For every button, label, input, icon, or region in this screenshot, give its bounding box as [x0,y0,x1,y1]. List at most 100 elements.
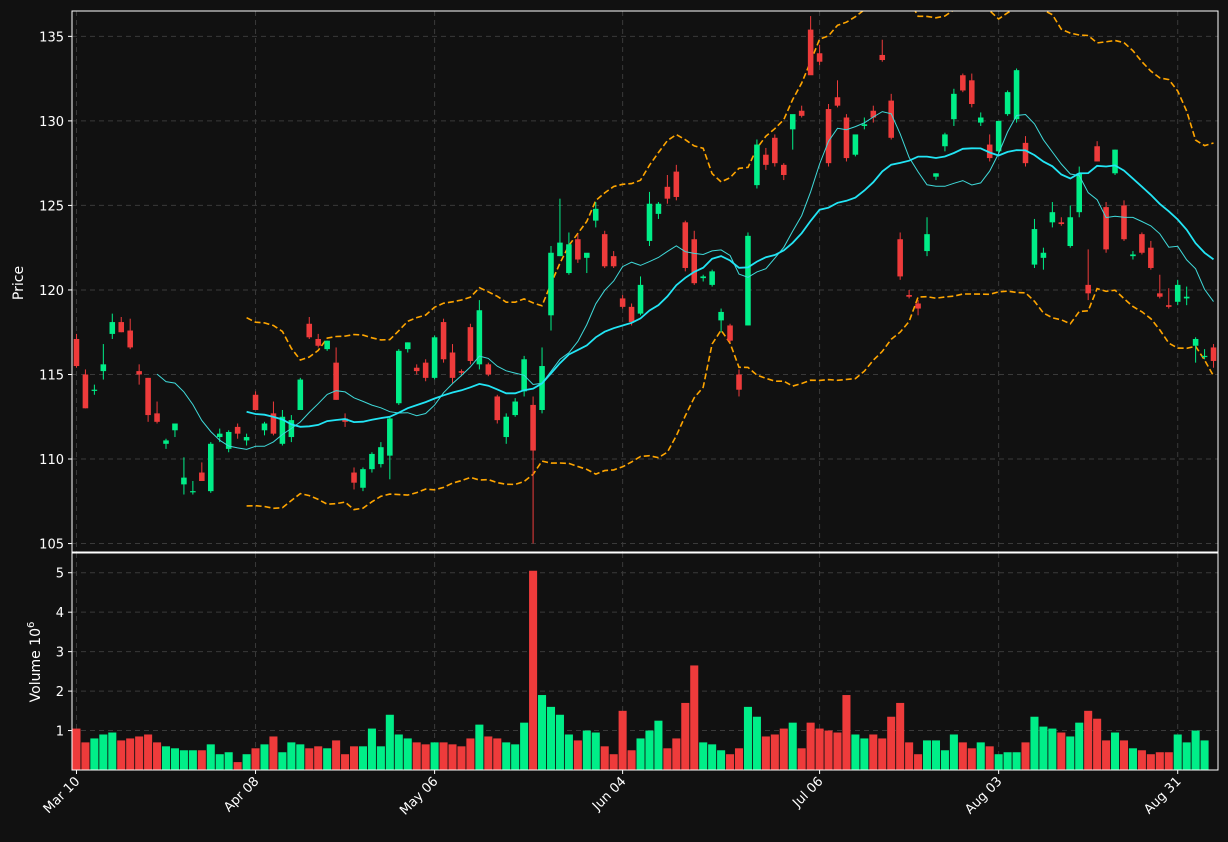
volume-bar [806,722,815,770]
volume-bar [349,746,359,770]
stock-chart: 10511011512012513013512345Mar 10 Apr 08 Ma… [0,0,1228,842]
volume-bar [591,732,600,770]
candle-body [216,433,223,438]
candle-body [619,298,626,307]
volume-bar [1200,740,1209,770]
candle-body [324,340,330,350]
volume-bar [788,722,797,770]
candle-body [449,352,456,378]
volume-bar [1030,716,1039,770]
candle-body [655,203,662,214]
candle-body [727,325,733,341]
volume-bar [726,754,735,770]
volume-bar [779,728,788,770]
volume-bar [1111,732,1120,770]
chart-background [0,0,1228,842]
candle-body [995,120,1002,152]
candle-body [673,171,680,197]
volume-bar [421,744,430,770]
candle-body [601,234,608,267]
volume-bar [1048,728,1057,770]
candle-body [252,394,259,410]
candle-body [404,342,411,350]
candle-body [378,447,384,465]
candle-body [575,239,581,260]
candle-body [1130,254,1136,257]
volume-bar [341,754,350,770]
volume-bar [457,746,466,770]
volume-bar [690,665,699,770]
volume-bar [1137,750,1146,770]
volume-bar [439,742,448,770]
volume-bar [887,716,896,770]
volume-bar [520,722,529,770]
volume-bar [233,762,242,770]
volume-bar [314,746,323,770]
candle-body [1112,149,1118,174]
volume-bar [251,748,260,770]
candle-body [1058,222,1065,225]
volume-bar [1128,748,1137,770]
candle-body [431,337,438,378]
price-tick-label: 115 [39,368,64,383]
candle-body [118,322,125,333]
volume-bar [278,752,287,770]
volume-bar [475,724,484,770]
volume-bar [931,740,941,770]
candle-body [789,114,796,130]
candle-body [539,366,545,410]
candle-body [82,374,89,409]
candle-body [1022,142,1029,164]
volume-bar [1182,742,1191,770]
candle-body [592,208,599,221]
candle-body [351,472,357,483]
volume-bar [1021,742,1030,770]
volume-bar [1093,718,1102,770]
candle-body [1049,212,1056,223]
candle-body [1094,146,1100,162]
volume-axis-label-base: Volume 10 [28,628,44,702]
volume-bar [323,748,332,770]
candle-body [1148,247,1154,268]
volume-bar [126,738,135,770]
candle-body [1004,92,1011,115]
candle-body [861,124,868,126]
volume-bar [1003,752,1012,770]
volume-bar [645,730,654,770]
candle-body [1121,205,1127,240]
candle-body [172,423,178,431]
candle-body [422,362,429,378]
volume-bar [582,730,591,770]
candle-body [458,371,465,373]
volume-bar [287,742,296,770]
candle-body [396,350,402,404]
candle-body [924,234,930,252]
candle-body [530,404,536,451]
candle-body [494,396,501,421]
volume-bar [99,734,108,770]
candle-body [145,377,151,416]
volume-bar [269,736,278,770]
candle-body [646,203,653,241]
candle-body [682,222,689,268]
volume-bar [833,732,842,770]
candle-body [700,276,706,279]
price-axis-label: Price [11,266,27,300]
candle-body [969,80,975,104]
candle-body [485,364,492,375]
volume-bar [1173,734,1182,770]
volume-bar [170,748,179,770]
volume-bar [555,714,564,770]
volume-bar [618,710,627,770]
volume-bar [1012,752,1021,770]
candle-body [798,110,805,116]
volume-bar [81,742,90,770]
candle-body [1201,355,1208,358]
volume-bar [305,748,314,770]
volume-bar [914,754,923,770]
volume-bar [1039,726,1048,770]
volume-bar [699,742,708,770]
candle-body [718,311,724,321]
candle-body [1174,284,1181,302]
volume-bar [564,734,573,770]
